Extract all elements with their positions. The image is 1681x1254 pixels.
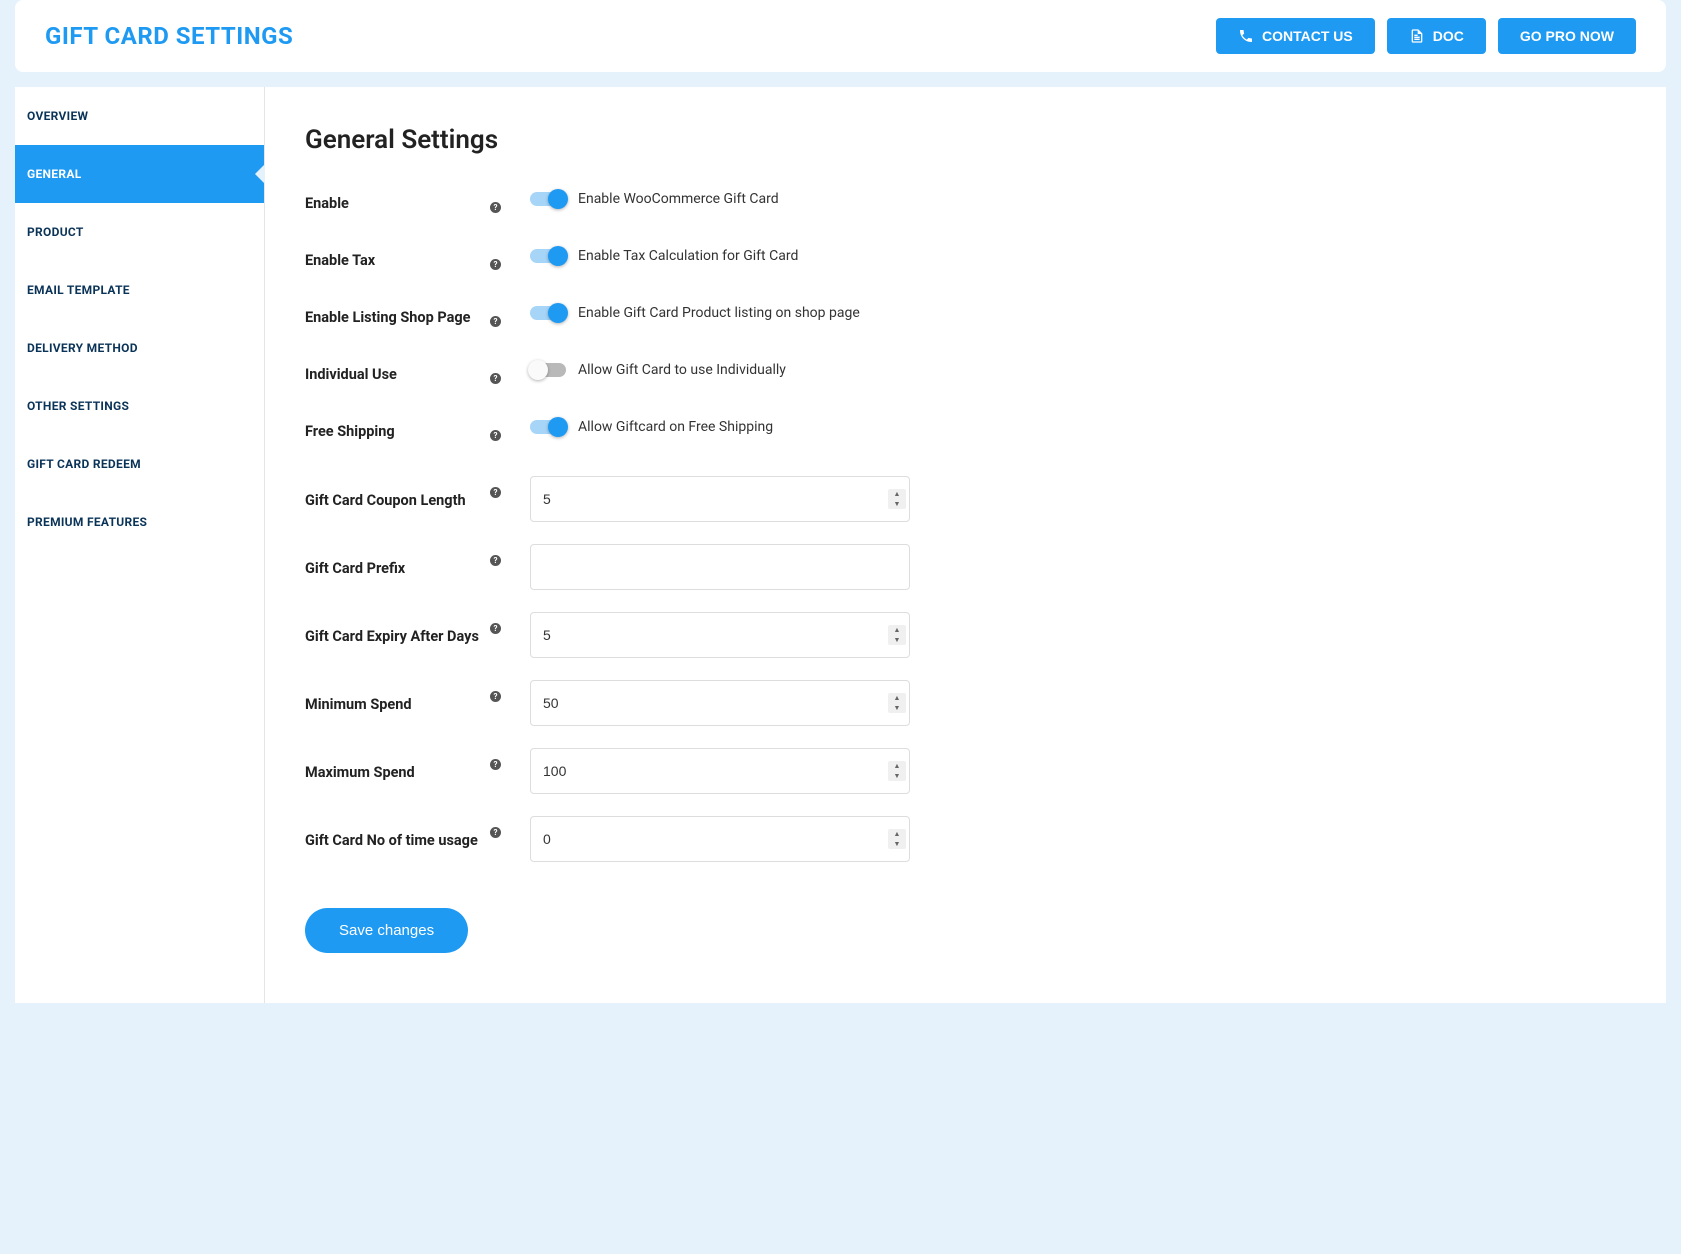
row-individual-use: Individual Use ? Allow Gift Card to use …: [305, 362, 1626, 385]
row-max-spend: Maximum Spend ? ▲ ▼: [305, 748, 1626, 794]
toggle-enable[interactable]: [530, 192, 566, 206]
page-header: GIFT CARD SETTINGS CONTACT US DOC GO PRO…: [15, 0, 1666, 72]
chevron-down-icon[interactable]: ▼: [888, 499, 906, 509]
chevron-up-icon[interactable]: ▲: [888, 489, 906, 499]
help-icon[interactable]: ?: [490, 487, 501, 498]
spinner-expiry-days[interactable]: ▲ ▼: [888, 625, 906, 645]
input-prefix[interactable]: [530, 544, 910, 590]
content-heading: General Settings: [305, 125, 1626, 155]
content-panel: General Settings Enable ? Enable WooComm…: [265, 87, 1666, 1003]
chevron-down-icon[interactable]: ▼: [888, 839, 906, 849]
sidebar: OVERVIEW GENERAL PRODUCT EMAIL TEMPLATE …: [15, 87, 265, 1003]
input-min-spend[interactable]: [530, 680, 910, 726]
label-enable-tax: Enable Tax: [305, 248, 490, 271]
desc-enable-tax: Enable Tax Calculation for Gift Card: [578, 248, 798, 264]
save-changes-button[interactable]: Save changes: [305, 908, 468, 953]
contact-us-button[interactable]: CONTACT US: [1216, 18, 1375, 54]
toggle-individual-use[interactable]: [530, 363, 566, 377]
row-enable: Enable ? Enable WooCommerce Gift Card: [305, 191, 1626, 214]
sidebar-item-delivery-method[interactable]: DELIVERY METHOD: [15, 319, 264, 377]
chevron-up-icon[interactable]: ▲: [888, 625, 906, 635]
chevron-up-icon[interactable]: ▲: [888, 761, 906, 771]
row-enable-listing: Enable Listing Shop Page ? Enable Gift C…: [305, 305, 1626, 328]
label-enable-listing: Enable Listing Shop Page: [305, 305, 490, 328]
go-pro-button[interactable]: GO PRO NOW: [1498, 18, 1636, 54]
label-individual-use: Individual Use: [305, 362, 490, 385]
help-icon[interactable]: ?: [490, 691, 501, 702]
row-usage-times: Gift Card No of time usage ? ▲ ▼: [305, 816, 1626, 862]
label-enable: Enable: [305, 191, 490, 214]
desc-individual-use: Allow Gift Card to use Individually: [578, 362, 786, 378]
help-icon[interactable]: ?: [490, 623, 501, 634]
help-icon[interactable]: ?: [490, 259, 501, 270]
label-expiry-days: Gift Card Expiry After Days: [305, 624, 490, 647]
input-usage-times[interactable]: [530, 816, 910, 862]
help-icon[interactable]: ?: [490, 202, 501, 213]
row-prefix: Gift Card Prefix ?: [305, 544, 1626, 590]
header-actions: CONTACT US DOC GO PRO NOW: [1216, 18, 1636, 54]
toggle-enable-listing[interactable]: [530, 306, 566, 320]
row-min-spend: Minimum Spend ? ▲ ▼: [305, 680, 1626, 726]
label-free-shipping: Free Shipping: [305, 419, 490, 442]
desc-free-shipping: Allow Giftcard on Free Shipping: [578, 419, 773, 435]
row-coupon-length: Gift Card Coupon Length ? ▲ ▼: [305, 476, 1626, 522]
sidebar-item-gift-card-redeem[interactable]: GIFT CARD REDEEM: [15, 435, 264, 493]
spinner-coupon-length[interactable]: ▲ ▼: [888, 489, 906, 509]
sidebar-item-other-settings[interactable]: OTHER SETTINGS: [15, 377, 264, 435]
chevron-up-icon[interactable]: ▲: [888, 829, 906, 839]
label-usage-times: Gift Card No of time usage: [305, 828, 490, 851]
sidebar-item-general[interactable]: GENERAL: [15, 145, 264, 203]
sidebar-item-product[interactable]: PRODUCT: [15, 203, 264, 261]
spinner-max-spend[interactable]: ▲ ▼: [888, 761, 906, 781]
chevron-up-icon[interactable]: ▲: [888, 693, 906, 703]
input-coupon-length[interactable]: [530, 476, 910, 522]
doc-label: DOC: [1433, 28, 1464, 44]
help-icon[interactable]: ?: [490, 430, 501, 441]
desc-enable-listing: Enable Gift Card Product listing on shop…: [578, 305, 860, 321]
document-icon: [1409, 28, 1425, 44]
chevron-down-icon[interactable]: ▼: [888, 771, 906, 781]
go-pro-label: GO PRO NOW: [1520, 28, 1614, 44]
help-icon[interactable]: ?: [490, 316, 501, 327]
label-prefix: Gift Card Prefix: [305, 556, 490, 579]
row-free-shipping: Free Shipping ? Allow Giftcard on Free S…: [305, 419, 1626, 442]
toggle-enable-tax[interactable]: [530, 249, 566, 263]
row-enable-tax: Enable Tax ? Enable Tax Calculation for …: [305, 248, 1626, 271]
input-max-spend[interactable]: [530, 748, 910, 794]
desc-enable: Enable WooCommerce Gift Card: [578, 191, 779, 207]
doc-button[interactable]: DOC: [1387, 18, 1486, 54]
input-expiry-days[interactable]: [530, 612, 910, 658]
sidebar-item-email-template[interactable]: EMAIL TEMPLATE: [15, 261, 264, 319]
label-max-spend: Maximum Spend: [305, 760, 490, 783]
body-wrapper: OVERVIEW GENERAL PRODUCT EMAIL TEMPLATE …: [15, 87, 1666, 1003]
contact-us-label: CONTACT US: [1262, 28, 1353, 44]
label-coupon-length: Gift Card Coupon Length: [305, 488, 490, 511]
help-icon[interactable]: ?: [490, 555, 501, 566]
sidebar-item-overview[interactable]: OVERVIEW: [15, 87, 264, 145]
row-expiry-days: Gift Card Expiry After Days ? ▲ ▼: [305, 612, 1626, 658]
label-min-spend: Minimum Spend: [305, 692, 490, 715]
phone-icon: [1238, 28, 1254, 44]
page-title: GIFT CARD SETTINGS: [45, 22, 293, 50]
spinner-min-spend[interactable]: ▲ ▼: [888, 693, 906, 713]
sidebar-item-premium-features[interactable]: PREMIUM FEATURES: [15, 493, 264, 551]
toggle-free-shipping[interactable]: [530, 420, 566, 434]
help-icon[interactable]: ?: [490, 759, 501, 770]
help-icon[interactable]: ?: [490, 373, 501, 384]
chevron-down-icon[interactable]: ▼: [888, 703, 906, 713]
chevron-down-icon[interactable]: ▼: [888, 635, 906, 645]
spinner-usage-times[interactable]: ▲ ▼: [888, 829, 906, 849]
help-icon[interactable]: ?: [490, 827, 501, 838]
